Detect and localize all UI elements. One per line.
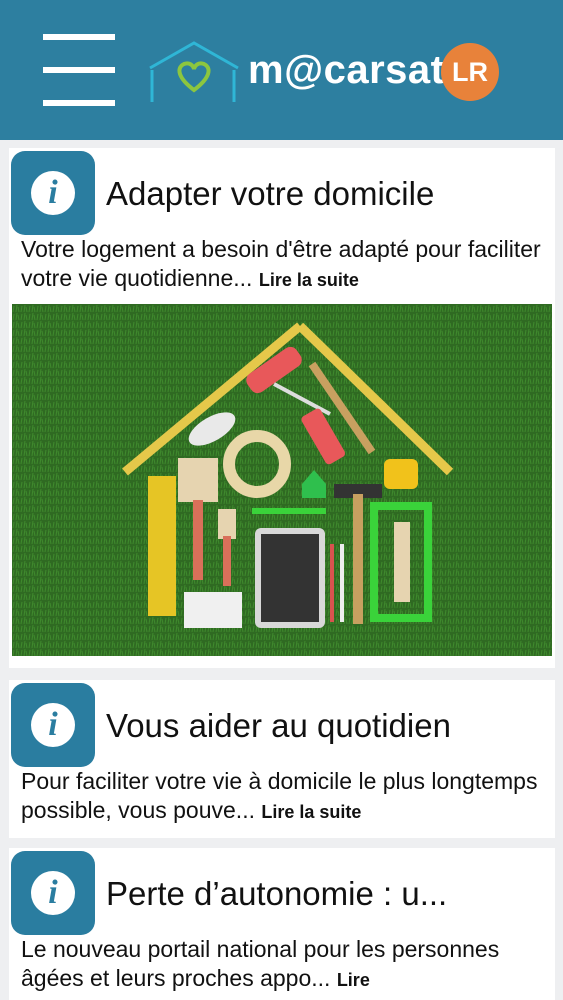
read-more-link[interactable]: Lire la suite — [259, 270, 359, 290]
read-more-link[interactable]: Lire la suite — [261, 802, 361, 822]
card-title: Vous aider au quotidien — [106, 707, 451, 744]
article-card[interactable]: i Adapter votre domicile Votre logement … — [9, 148, 555, 668]
house-heart-icon — [149, 41, 239, 102]
card-title: Adapter votre domicile — [106, 175, 435, 212]
article-card[interactable]: i Perte d’autonomie : u... Le nouveau po… — [9, 848, 555, 1000]
article-card[interactable]: i Vous aider au quotidien Pour faciliter… — [9, 680, 555, 838]
card-description: Votre logement a besoin d'être adapté po… — [21, 236, 541, 291]
info-icon: i — [11, 851, 95, 935]
brand-name: m@carsat — [248, 48, 445, 92]
info-icon: i — [11, 151, 95, 235]
card-description: Le nouveau portail national pour les per… — [21, 936, 500, 991]
card-description: Pour faciliter votre vie à domicile le p… — [21, 768, 538, 823]
read-more-link[interactable]: Lire — [337, 970, 370, 990]
info-icon: i — [11, 683, 95, 767]
app-header: m@carsat LR — [0, 0, 563, 140]
region-badge: LR — [441, 43, 499, 101]
tools-house-image — [12, 304, 552, 656]
hamburger-menu-icon[interactable] — [43, 34, 115, 106]
app-logo: m@carsat LR — [148, 40, 508, 106]
card-title: Perte d’autonomie : u... — [106, 875, 448, 912]
